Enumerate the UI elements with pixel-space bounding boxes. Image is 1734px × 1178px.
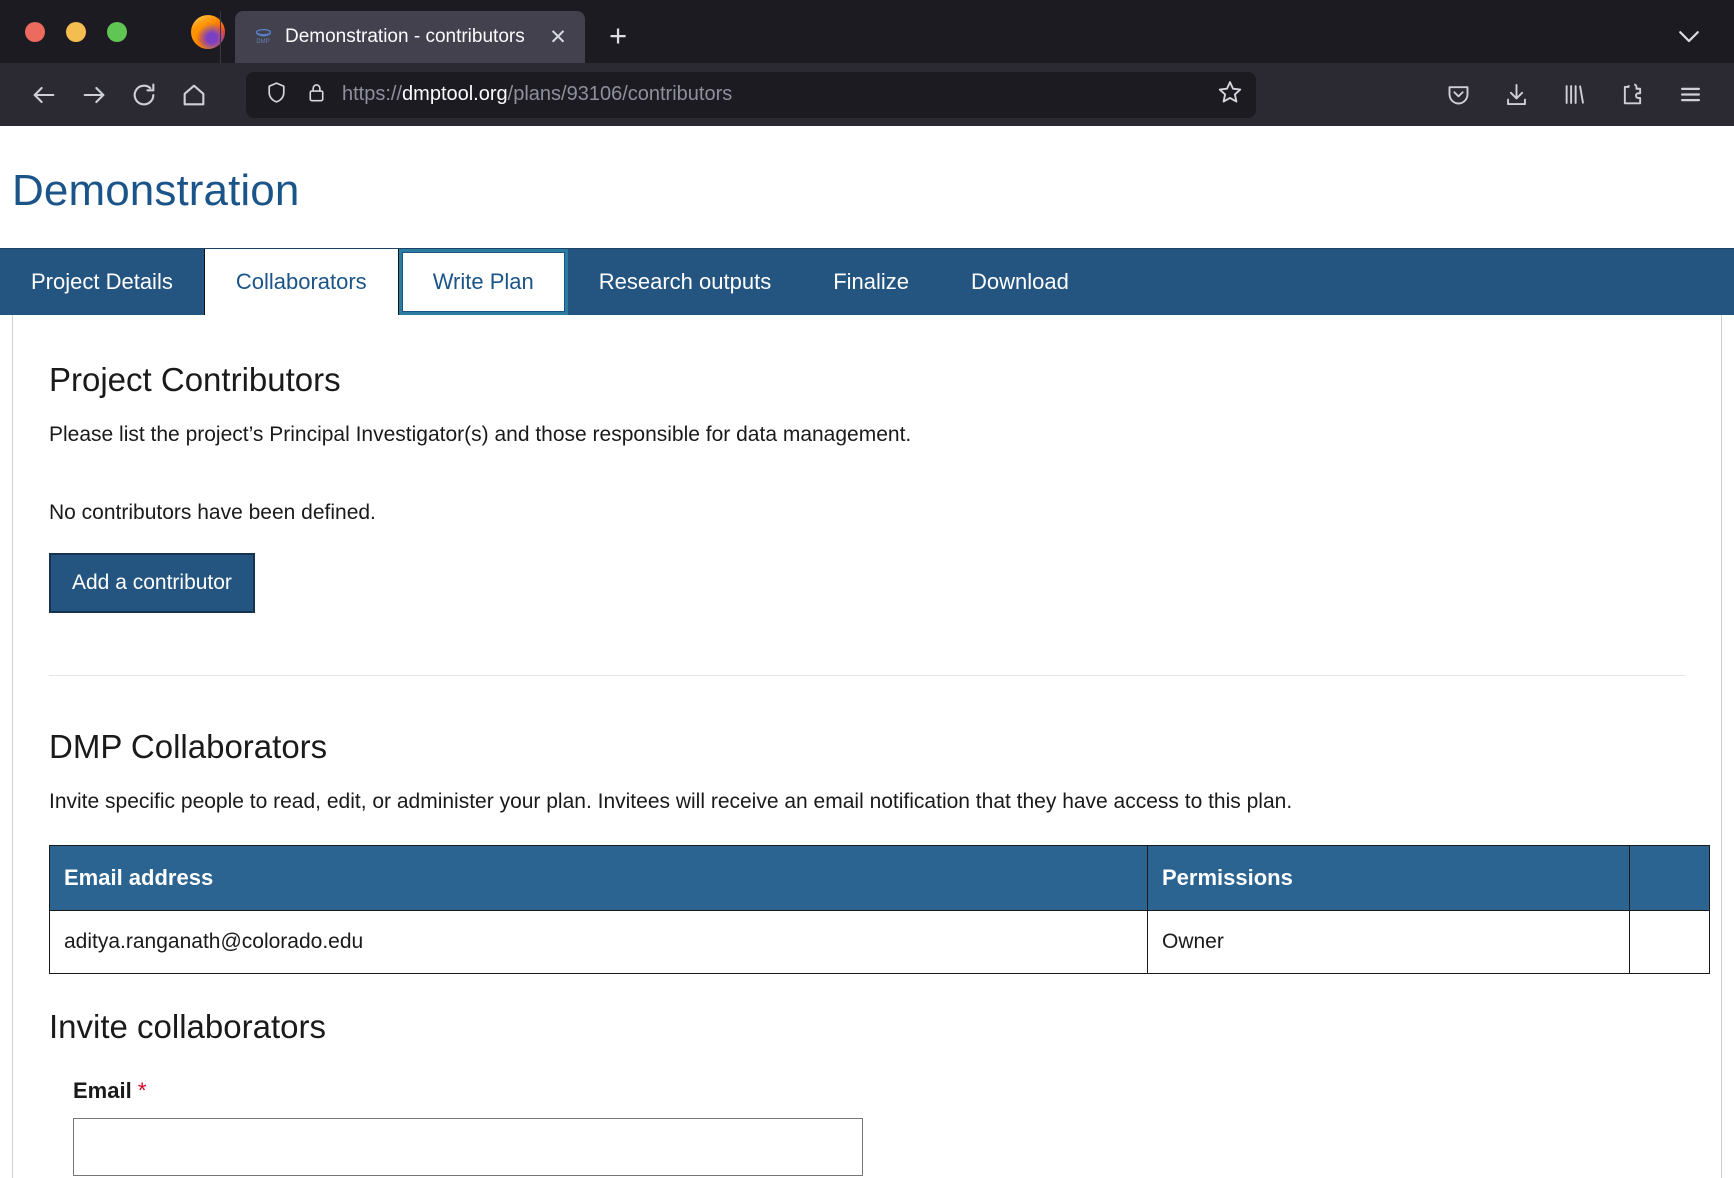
back-arrow-icon[interactable]: [22, 73, 66, 117]
tab-label: Research outputs: [598, 269, 772, 294]
table-header-row: Email address Permissions: [49, 844, 1710, 911]
tab-panel-collaborators: Project Contributors Please list the pro…: [12, 315, 1722, 1178]
browser-tabstrip: DMP Demonstration - contributors ✕ +: [225, 0, 647, 63]
extensions-puzzle-icon[interactable]: [1610, 73, 1654, 117]
url-scheme: https://: [342, 83, 403, 105]
window-close-button[interactable]: [25, 21, 45, 42]
add-contributor-button[interactable]: Add a contributor: [49, 553, 255, 614]
plan-tab-navigation: Project Details Collaborators Write Plan…: [0, 248, 1734, 315]
url-text[interactable]: https://dmptool.org/plans/93106/contribu…: [342, 83, 1202, 106]
tab-label: Finalize: [833, 269, 910, 294]
tab-label: Collaborators: [235, 269, 367, 294]
url-bar[interactable]: https://dmptool.org/plans/93106/contribu…: [246, 71, 1256, 118]
tab-project-details[interactable]: Project Details: [0, 249, 204, 315]
browser-toolbar-right: [1436, 73, 1712, 117]
tracking-protection-shield-icon[interactable]: [264, 80, 289, 110]
downloads-icon[interactable]: [1494, 73, 1538, 117]
column-header-actions: [1629, 844, 1710, 911]
email-label-text: Email: [73, 1077, 132, 1103]
dmp-collaborators-description: Invite specific people to read, edit, or…: [49, 790, 1293, 814]
url-path: /plans/93106/contributors: [507, 83, 733, 105]
table-row: aditya.ranganath@colorado.edu Owner: [49, 909, 1710, 974]
browser-navigation-toolbar: https://dmptool.org/plans/93106/contribu…: [0, 63, 1734, 126]
cell-actions[interactable]: [1629, 909, 1710, 974]
column-header-permissions: Permissions: [1147, 844, 1630, 911]
email-input[interactable]: [73, 1117, 863, 1176]
home-icon[interactable]: [172, 73, 216, 117]
library-icon[interactable]: [1552, 73, 1596, 117]
cell-permissions: Owner: [1147, 909, 1630, 974]
tab-research-outputs[interactable]: Research outputs: [568, 249, 802, 315]
window-controls: [0, 0, 127, 63]
window-maximize-button[interactable]: [107, 21, 127, 42]
app-menu-hamburger-icon[interactable]: [1668, 73, 1712, 117]
new-tab-button[interactable]: +: [589, 20, 647, 63]
cell-email: aditya.ranganath@colorado.edu: [49, 909, 1148, 974]
project-contributors-description: Please list the project’s Principal Inve…: [49, 423, 912, 446]
project-contributors-heading: Project Contributors: [49, 361, 341, 398]
dmp-collaborators-heading: DMP Collaborators: [49, 728, 328, 766]
column-header-email: Email address: [49, 844, 1148, 911]
reload-icon[interactable]: [122, 73, 166, 117]
tabstrip-separator: [220, 11, 221, 63]
email-field-label: Email *: [73, 1078, 146, 1103]
invite-collaborators-form: Email * Permissions *: [49, 1078, 1685, 1178]
tab-label: Download: [971, 269, 1069, 294]
required-asterisk: *: [137, 1077, 147, 1103]
page-title: Demonstration: [12, 166, 300, 215]
no-contributors-message: No contributors have been defined.: [49, 501, 376, 525]
urlbar-identity-icons: [264, 80, 328, 110]
browser-tab-title: Demonstration - contributors: [285, 26, 525, 47]
bookmark-star-icon[interactable]: [1216, 78, 1244, 111]
collaborators-table-head: Email address Permissions: [49, 844, 1710, 911]
browser-titlebar: DMP Demonstration - contributors ✕ +: [0, 0, 1734, 63]
tab-label: Project Details: [31, 269, 173, 294]
invite-collaborators-heading: Invite collaborators: [49, 1007, 326, 1045]
browser-tab[interactable]: DMP Demonstration - contributors ✕: [235, 11, 585, 63]
collaborators-table-body: aditya.ranganath@colorado.edu Owner: [49, 909, 1710, 974]
collaborators-table: Email address Permissions aditya.rangana…: [49, 844, 1710, 974]
chevron-down-icon[interactable]: [1674, 21, 1704, 51]
tab-finalize[interactable]: Finalize: [802, 249, 940, 315]
tab-write-plan[interactable]: Write Plan: [398, 249, 568, 315]
close-icon[interactable]: ✕: [545, 27, 571, 48]
padlock-icon[interactable]: [305, 81, 328, 109]
tab-download[interactable]: Download: [940, 249, 1100, 315]
window-minimize-button[interactable]: [66, 21, 86, 42]
pocket-icon[interactable]: [1436, 73, 1480, 117]
web-page-content: Demonstration Project Details Collaborat…: [0, 126, 1734, 1178]
favicon-label-top: DMP: [256, 39, 270, 45]
url-host: dmptool.org: [402, 83, 508, 105]
tab-collaborators[interactable]: Collaborators: [203, 249, 399, 315]
tab-label: Write Plan: [432, 269, 534, 294]
forward-arrow-icon[interactable]: [72, 73, 116, 117]
dmptool-favicon: DMP: [253, 27, 273, 47]
browser-chrome: DMP Demonstration - contributors ✕ + htt…: [0, 0, 1734, 126]
